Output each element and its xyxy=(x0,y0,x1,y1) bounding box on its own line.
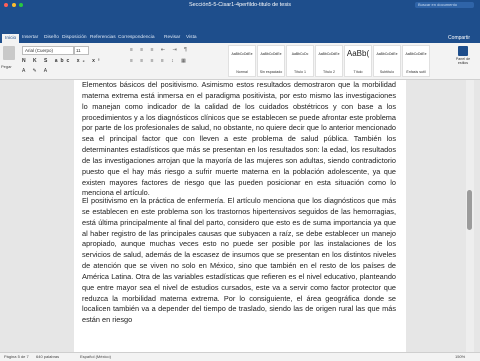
style-no-spacing[interactable]: AaBbCcDdEe Sin espaciado xyxy=(257,45,285,77)
style-name: Título xyxy=(353,70,363,74)
style-subtitle[interactable]: AaBbCcDdEe Subtítulo xyxy=(373,45,401,77)
app-window: Sección5-5-Cisar1-4perfildo-titulo de te… xyxy=(0,0,480,361)
page-count[interactable]: Página 5 de 7 xyxy=(4,354,29,359)
clipboard-icon[interactable] xyxy=(3,46,15,60)
share-button[interactable]: Compartir xyxy=(448,35,470,41)
paragraph-text: El positivismo en la práctica de enferme… xyxy=(82,196,396,325)
style-sample: AaBbCcDc xyxy=(291,52,309,56)
style-heading-1[interactable]: AaBbCcDc Título 1 xyxy=(286,45,314,77)
style-name: Normal xyxy=(236,70,248,74)
style-sample: AaBbCcDdEe xyxy=(405,52,427,56)
tab-diseno[interactable]: Diseño xyxy=(44,35,59,40)
style-heading-2[interactable]: AaBbCcDdEe Título 2 xyxy=(315,45,343,77)
style-name: Énfasis sutil xyxy=(406,70,426,74)
tab-correspondencia[interactable]: Correspondencia xyxy=(118,35,155,40)
paragraph-text: Elementos básicos del positivismo. Asimi… xyxy=(82,80,396,198)
styles-pane-button[interactable]: Panel de estilos xyxy=(452,46,474,74)
style-name: Sin espaciado xyxy=(259,70,283,74)
zoom-level[interactable]: 150% xyxy=(455,354,465,359)
tab-disposicion[interactable]: Disposición xyxy=(62,35,87,40)
style-name: Subtítulo xyxy=(379,70,395,74)
style-sample: AaBbCcDdEe xyxy=(231,52,253,56)
style-normal[interactable]: AaBbCcDdEe Normal xyxy=(228,45,256,77)
paragraph-1[interactable]: Elementos básicos del positivismo. Asimi… xyxy=(82,80,396,199)
styles-gallery: AaBbCcDdEe Normal AaBbCcDdEe Sin espacia… xyxy=(228,45,438,77)
word-count[interactable]: 640 palabras xyxy=(36,354,59,359)
tab-referencias[interactable]: Referencias xyxy=(90,35,116,40)
font-size-select[interactable]: 11 xyxy=(74,46,89,55)
style-sample: AaBbCcDdEe xyxy=(318,52,340,56)
style-sample: AaBb( xyxy=(346,49,370,58)
tab-inicio[interactable]: Inicio xyxy=(2,34,20,43)
color-buttons[interactable]: A ✎ A xyxy=(22,68,50,74)
style-sample: AaBbCcDdEe xyxy=(260,52,282,56)
paragraph-buttons[interactable]: ≡ ≡ ≡ ⇤ ⇥ ¶ xyxy=(130,47,190,53)
styles-pane-icon xyxy=(458,46,468,56)
paragraph-2[interactable]: El positivismo en la práctica de enferme… xyxy=(82,196,396,326)
title-bar: Sección5-5-Cisar1-4perfildo-titulo de te… xyxy=(0,0,480,10)
paste-label: Pegar xyxy=(1,64,12,69)
style-subtle-emphasis[interactable]: AaBbCcDdEe Énfasis sutil xyxy=(402,45,430,77)
language-status[interactable]: Español (México) xyxy=(80,354,111,359)
scrollbar-thumb[interactable] xyxy=(467,190,472,230)
search-input[interactable]: Buscar en documento xyxy=(415,2,474,8)
alignment-buttons[interactable]: ≡ ≡ ≡ ≡ ↕ ▦ xyxy=(130,58,189,64)
font-name-select[interactable]: Arial (Cuerpo) xyxy=(22,46,74,55)
style-name: Título 1 xyxy=(294,70,306,74)
format-buttons[interactable]: N K S abc x₂ x² xyxy=(22,58,103,64)
style-title[interactable]: AaBb( Título xyxy=(344,45,372,77)
style-sample: AaBbCcDdEe xyxy=(376,52,398,56)
window-title: Sección5-5-Cisar1-4perfildo-titulo de te… xyxy=(188,2,292,8)
tab-revisar[interactable]: Revisar xyxy=(164,35,180,40)
style-name: Título 2 xyxy=(323,70,335,74)
tab-insertar[interactable]: Insertar xyxy=(22,35,38,40)
styles-pane-label: Panel de estilos xyxy=(455,57,471,65)
tab-vista[interactable]: Vista xyxy=(186,35,197,40)
